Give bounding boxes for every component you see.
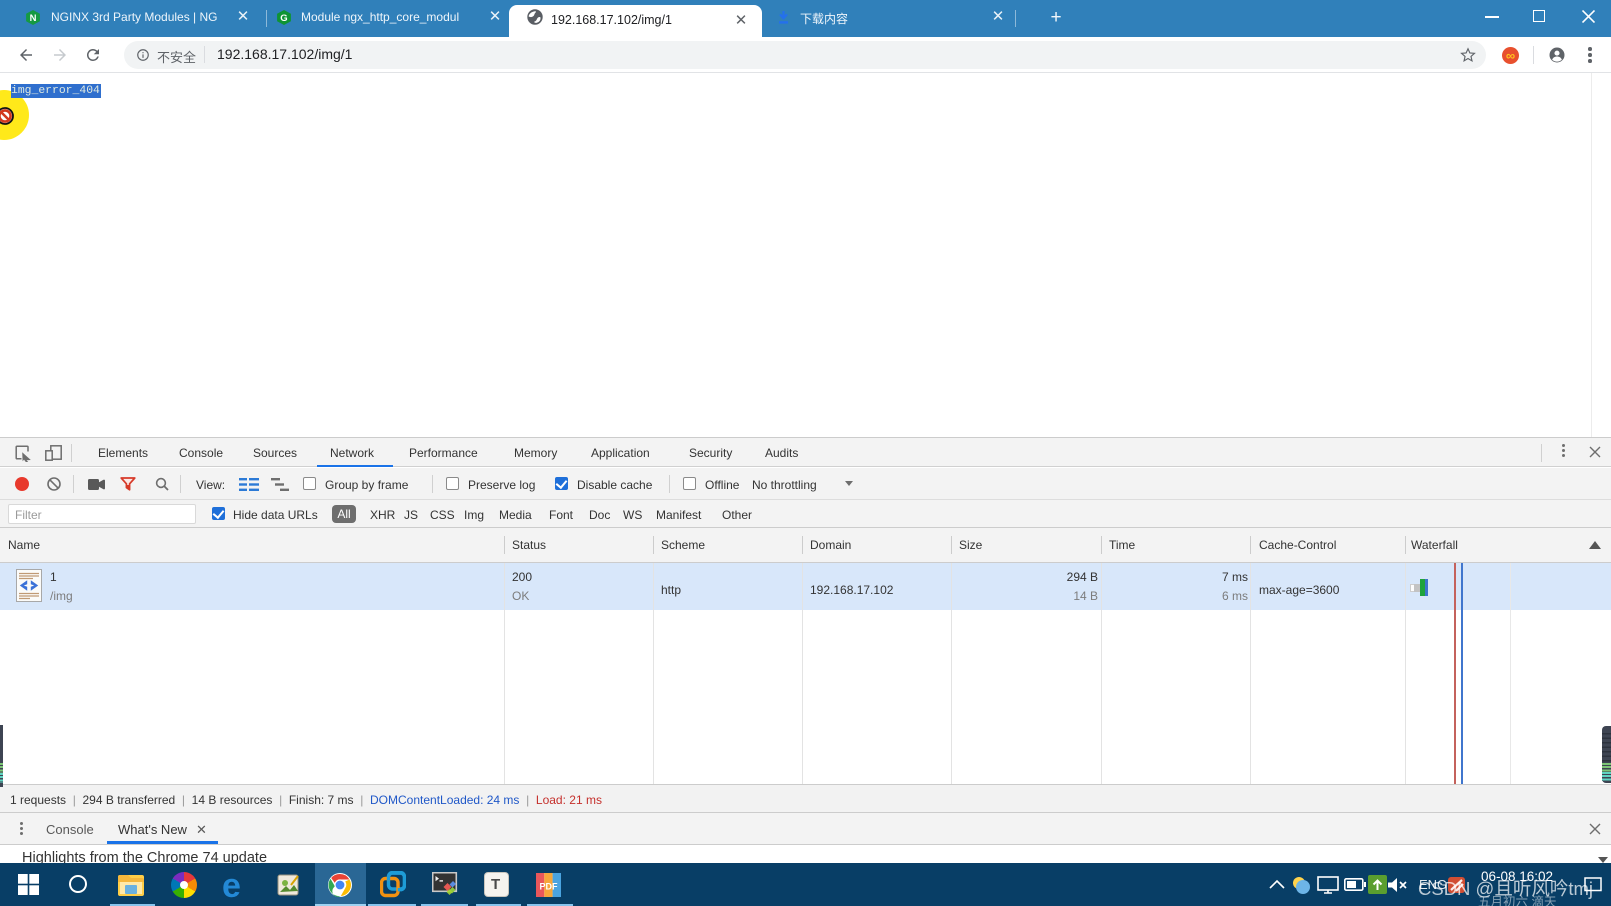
svg-text:N: N xyxy=(30,13,37,24)
svg-text:PDF: PDF xyxy=(540,882,559,892)
svg-text:G: G xyxy=(280,13,287,24)
